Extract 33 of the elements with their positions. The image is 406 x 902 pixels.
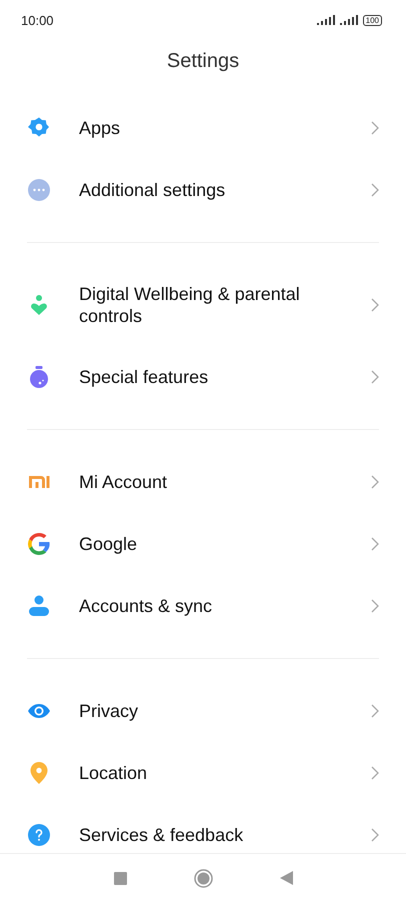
person-icon xyxy=(27,594,51,618)
settings-item[interactable]: Additional settings xyxy=(27,159,379,221)
chevron-right-icon xyxy=(371,704,379,718)
page-title: Settings xyxy=(166,48,240,74)
battery-indicator: 100 xyxy=(362,14,382,26)
back-button[interactable] xyxy=(280,871,292,885)
chevron-right-icon xyxy=(371,370,379,384)
chevron-right-icon xyxy=(371,298,379,312)
settings-item[interactable]: Location xyxy=(27,742,379,804)
chevron-right-icon xyxy=(371,475,379,489)
signal-icon xyxy=(316,15,336,25)
signal-icon xyxy=(340,15,359,25)
settings-item[interactable]: Services & feedback xyxy=(27,804,379,853)
chevron-right-icon xyxy=(371,599,379,613)
settings-item[interactable]: Digital Wellbeing & parental controls xyxy=(27,264,379,346)
chevron-right-icon xyxy=(371,537,379,551)
chevron-right-icon xyxy=(371,121,379,135)
chevron-right-icon xyxy=(371,183,379,197)
home-button[interactable] xyxy=(194,868,212,888)
settings-item[interactable]: Special features xyxy=(27,346,379,408)
help-icon xyxy=(27,823,51,847)
chevron-right-icon xyxy=(371,766,379,780)
more-icon xyxy=(27,178,51,202)
recent-apps-button[interactable] xyxy=(114,872,126,884)
settings-item[interactable]: Accounts & sync xyxy=(27,575,379,637)
status-time: 10:00 xyxy=(21,12,54,28)
settings-item[interactable]: Mi Account xyxy=(27,451,379,513)
chevron-right-icon xyxy=(371,828,379,842)
flask-icon xyxy=(27,365,51,389)
settings-item[interactable]: Apps xyxy=(27,97,379,159)
settings-item[interactable]: Google xyxy=(27,513,379,575)
google-logo-icon xyxy=(27,532,51,556)
settings-item[interactable]: Privacy xyxy=(27,680,379,742)
